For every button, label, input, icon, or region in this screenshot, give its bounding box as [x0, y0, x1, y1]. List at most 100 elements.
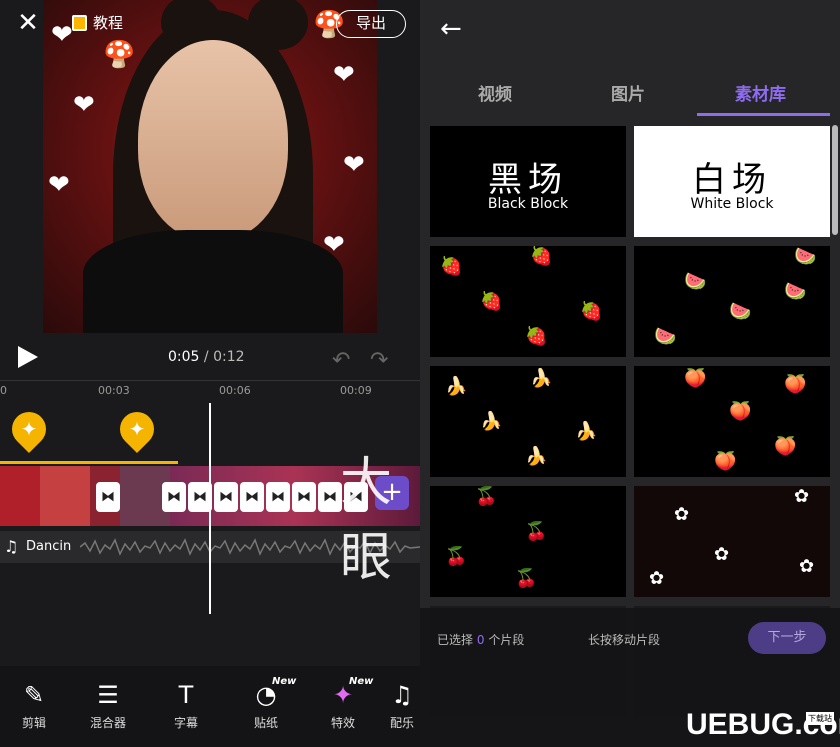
tool-mixer[interactable]: ☰ 混合器	[76, 680, 140, 731]
banana-icon: 🍌	[480, 411, 503, 432]
block-subtitle: Black Block	[487, 196, 569, 212]
editor-panel: ❤ ❤ ❤ ❤ ❤ ❤ 🍄 🍄 ✕ 教程 导出 0:05 / 0:12 ↶ ↷ …	[0, 0, 420, 747]
time-display: 0:05 / 0:12	[168, 349, 245, 365]
peach-icon: 🍑	[774, 436, 797, 457]
tool-text[interactable]: T 字幕	[154, 680, 218, 731]
music-note-icon: ♫	[4, 537, 19, 556]
selected-count-text: 已选择 0 个片段	[437, 631, 524, 648]
tool-sticker[interactable]: ◔ New 贴纸	[234, 676, 298, 731]
redo-icon[interactable]: ↷	[370, 348, 388, 373]
effect-marker[interactable]: ✦	[112, 404, 162, 454]
mushroom-sticker: 🍄	[103, 40, 136, 70]
text-icon: T	[178, 681, 194, 709]
effect-track[interactable]	[0, 461, 178, 464]
selected-suffix: 个片段	[488, 633, 525, 647]
white-block-item[interactable]: 白场 White Block	[634, 126, 830, 237]
banana-item[interactable]: 🍌 🍌 🍌 🍌 🍌	[430, 366, 626, 477]
play-icon[interactable]	[18, 346, 38, 368]
cherry-item[interactable]: 🍒 🍒 🍒 🍒	[430, 486, 626, 597]
transition-button[interactable]: ⧓	[240, 482, 264, 512]
selected-count: 0	[476, 633, 485, 647]
audio-name: Dancin	[26, 539, 72, 554]
timeline-ruler[interactable]: 0 00:03 00:06 00:09	[0, 380, 420, 402]
tab-image[interactable]: 图片	[611, 80, 645, 105]
playhead[interactable]	[209, 403, 211, 614]
tool-music[interactable]: ♫ 配乐	[384, 680, 420, 731]
back-arrow-icon[interactable]: ←	[440, 14, 462, 44]
watermelon-icon: 🍉	[654, 326, 677, 347]
clip-thumbnail[interactable]	[40, 466, 90, 526]
close-button[interactable]: ✕	[14, 10, 42, 38]
transition-button[interactable]: ⧓	[214, 482, 238, 512]
black-block-item[interactable]: 黑场 Black Block	[430, 126, 626, 237]
export-button[interactable]: 导出	[336, 10, 406, 38]
transition-button[interactable]: ⧓	[266, 482, 290, 512]
current-time: 0:05	[168, 349, 200, 365]
cherry-icon: 🍒	[475, 486, 498, 507]
ruler-tick: 00:06	[219, 384, 251, 397]
banana-icon: 🍌	[575, 421, 598, 442]
transition-button[interactable]: ⧓	[162, 482, 186, 512]
tool-label: 字幕	[173, 716, 198, 730]
heart-sticker: ❤	[51, 20, 73, 50]
ruler-tick: 00:03	[98, 384, 130, 397]
video-preview[interactable]: ❤ ❤ ❤ ❤ ❤ ❤ 🍄 🍄	[43, 0, 377, 333]
book-icon	[72, 14, 87, 31]
tool-label: 配乐	[389, 716, 414, 730]
selected-prefix: 已选择	[437, 633, 474, 647]
cherry-icon: 🍒	[515, 568, 538, 589]
strawberry-icon: 🍓	[580, 301, 603, 322]
tool-edit[interactable]: ✎ 剪辑	[2, 680, 66, 731]
new-badge: New	[272, 676, 297, 687]
face-shape	[138, 40, 288, 240]
watermelon-icon: 🍉	[684, 271, 707, 292]
clip-thumbnail[interactable]	[0, 466, 40, 526]
flower-icon: ✿	[674, 504, 690, 525]
next-button[interactable]: 下一步	[748, 622, 826, 654]
strawberry-item[interactable]: 🍓 🍓 🍓 🍓 🍓	[430, 246, 626, 357]
banana-icon: 🍌	[525, 446, 548, 467]
block-title: 白场	[692, 160, 772, 200]
flower-icon: ✿	[794, 486, 810, 507]
tool-label: 贴纸	[253, 716, 278, 730]
peach-icon: 🍑	[729, 401, 752, 422]
transition-button[interactable]: ⧓	[318, 482, 342, 512]
strawberry-icon: 🍓	[530, 246, 553, 267]
ruler-tick: 00:09	[340, 384, 372, 397]
heart-sticker: ❤	[343, 150, 365, 180]
undo-icon[interactable]: ↶	[332, 348, 350, 373]
block-subtitle: White Block	[690, 196, 774, 212]
watermelon-item[interactable]: 🍉 🍉 🍉 🍉 🍉	[634, 246, 830, 357]
selection-bar: 已选择 0 个片段 长按移动片段 下一步 UEBUG.com 下载站	[420, 608, 840, 747]
bottom-toolbar: ✎ 剪辑 ☰ 混合器 T 字幕 ◔ New 贴纸 ✦ New 特效 ♫ 配乐	[0, 666, 420, 747]
tool-label: 剪辑	[21, 716, 46, 730]
layers-icon: ☰	[97, 681, 119, 709]
tab-video[interactable]: 视频	[478, 80, 512, 105]
peach-item[interactable]: 🍑 🍑 🍑 🍑 🍑	[634, 366, 830, 477]
time-separator: /	[203, 349, 209, 365]
tab-library[interactable]: 素材库	[735, 80, 786, 105]
heart-sticker: ❤	[48, 170, 70, 200]
sparkle-icon: ✦	[128, 417, 146, 441]
watermark-logo: 大眼	[340, 453, 395, 588]
effect-marker[interactable]: ✦	[4, 404, 54, 454]
transition-button[interactable]: ⧓	[292, 482, 316, 512]
watermelon-icon: 🍉	[784, 281, 807, 302]
transition-button[interactable]: ⧓	[96, 482, 120, 512]
block-title: 黑场	[488, 160, 568, 200]
cherry-icon: 🍒	[445, 546, 468, 567]
tutorial-button[interactable]: 教程	[72, 12, 123, 33]
banana-icon: 🍌	[445, 376, 468, 397]
flower-item[interactable]: ✿ ✿ ✿ ✿ ✿	[634, 486, 830, 597]
tool-label: 混合器	[89, 716, 126, 730]
banana-icon: 🍌	[530, 368, 553, 389]
ruler-tick: 0	[0, 384, 7, 397]
tool-effects[interactable]: ✦ New 特效	[311, 676, 375, 731]
shirt-shape	[83, 230, 343, 333]
edit-icon: ✎	[23, 681, 45, 709]
strawberry-icon: 🍓	[440, 256, 463, 277]
watermelon-icon: 🍉	[794, 246, 817, 267]
cherry-icon: 🍒	[525, 521, 548, 542]
active-tab-indicator	[697, 113, 830, 116]
scrollbar[interactable]	[832, 125, 838, 235]
